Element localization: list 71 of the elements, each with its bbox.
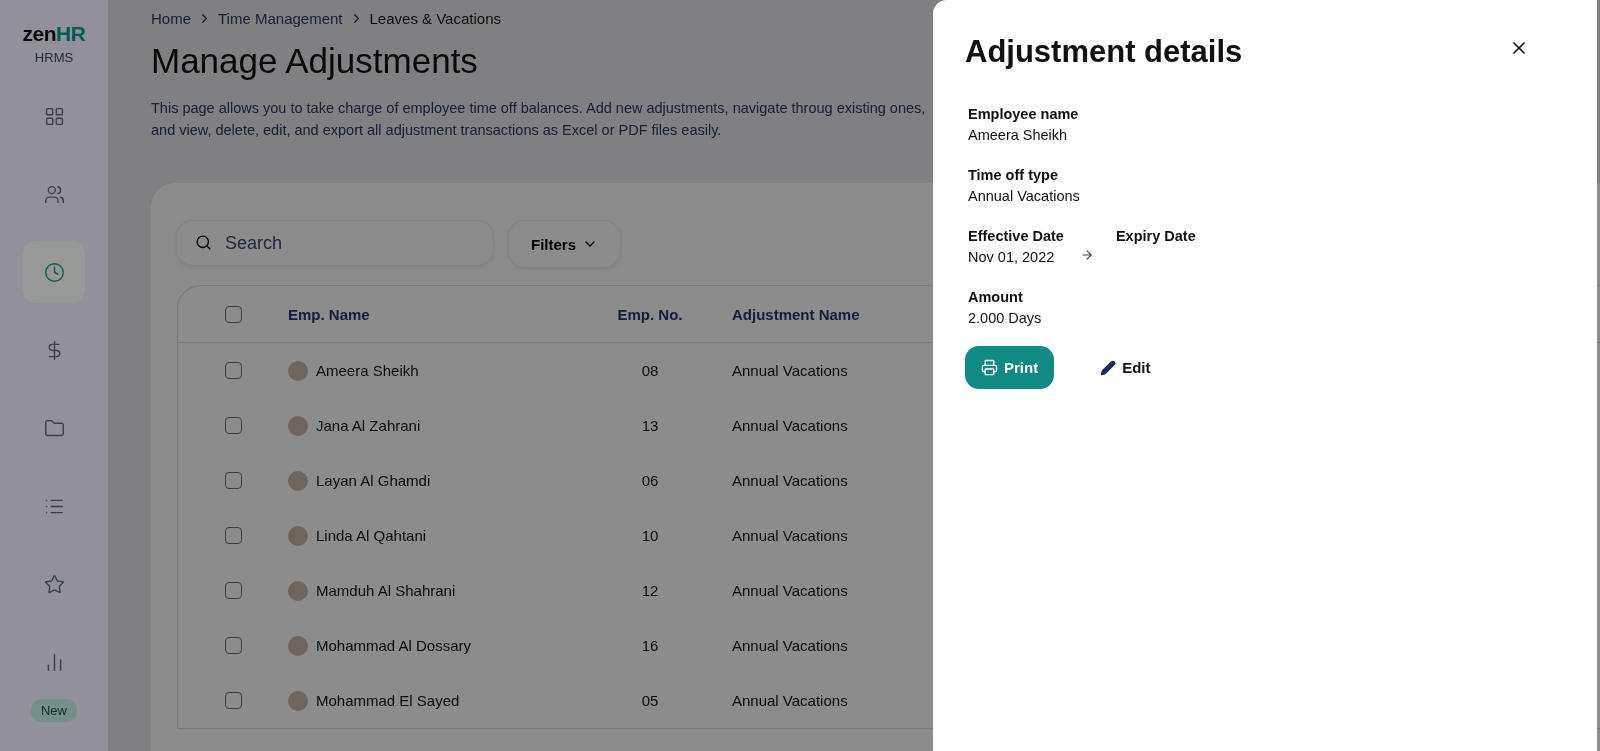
printer-icon [981,359,998,376]
avatar [288,360,308,381]
table-cell: Mamduh Al Shahrani [316,582,456,599]
avatar [288,470,308,491]
page-description: This page allows you to take charge of employee time off balances. Add new adjustments, navigate throug existing ones, and view, delete, edit, and export all adjustment transactions as Excel or PDF files easily. [151,99,927,140]
row-checkbox[interactable] [224,472,242,489]
table-cell: Annual Vacations [732,637,848,654]
breadcrumb-link[interactable]: Leaves & Vacations [369,10,501,27]
table-cell: 08 [641,362,659,379]
users-icon [43,183,65,205]
product-name: HRMS [34,50,74,65]
new-badge: New [31,699,77,722]
field-value: Annual Vacations [968,188,1081,204]
pencil-icon [1100,359,1117,376]
avatar [288,580,308,601]
column-header: Emp. No. [617,305,683,323]
field-value: Ameera Sheikh [968,127,1069,143]
field-label: Amount [968,289,1024,305]
table-cell: Annual Vacations [732,417,848,434]
row-checkbox[interactable] [224,417,242,434]
table-cell: 16 [641,637,659,654]
avatar [288,690,308,711]
table-cell: Ameera Sheikh [316,362,419,379]
table-cell: Annual Vacations [732,472,848,489]
folder-icon [43,417,65,439]
search-field[interactable]: Search [177,221,493,265]
print-button[interactable]: Print [965,346,1055,389]
avatar [288,415,308,436]
logo: zenHR [22,22,86,46]
table-cell: Layan Al Ghamdi [316,472,431,489]
table-cell: Mohammad Al Dossary [316,637,472,654]
avatar [288,635,308,656]
field-label: Time off type [968,167,1059,183]
field-value: Nov 01, 2022 [968,249,1056,265]
table-cell: 05 [641,692,659,709]
column-header: Adjustment Name [732,305,860,323]
row-checkbox[interactable] [224,362,242,379]
table-cell: 10 [641,527,659,544]
star-icon [43,573,65,595]
breadcrumb-link[interactable]: Home [151,10,191,27]
table-cell: 13 [641,417,659,434]
drawer-title: Adjustment details [965,34,1243,70]
field-value: 2.000 Days [968,310,1043,326]
arrow-right-icon [1079,248,1094,262]
column-header: Emp. Name [288,305,370,323]
field-label: Employee name [968,106,1080,122]
table-cell: 06 [641,472,659,489]
table-cell: Jana Al Zahrani [316,417,421,434]
clock-icon [43,261,65,283]
search-icon [195,234,212,251]
field-label: Expiry Date [1115,228,1196,244]
table-cell: Annual Vacations [732,362,848,379]
avatar [288,525,308,546]
table-cell: Mohammad El Sayed [316,692,460,709]
table-cell: Annual Vacations [732,692,848,709]
breadcrumb-link[interactable]: Time Management [218,10,343,27]
page-title: Manage Adjustments [151,41,478,81]
row-checkbox[interactable] [224,637,242,654]
table-cell: Linda Al Qahtani [316,527,427,544]
field-label: Effective Date [968,228,1064,244]
row-checkbox[interactable] [224,692,242,709]
filters-button[interactable]: Filters [509,221,620,267]
row-checkbox[interactable] [224,527,242,544]
row-checkbox[interactable] [224,582,242,599]
table-cell: Annual Vacations [732,527,848,544]
grid-icon [43,105,65,127]
nav-item[interactable] [23,241,85,303]
edit-button[interactable]: Edit [1094,358,1157,377]
table-cell: 12 [641,582,659,599]
select-all-checkbox[interactable] [224,305,242,323]
table-cell: Annual Vacations [732,582,848,599]
